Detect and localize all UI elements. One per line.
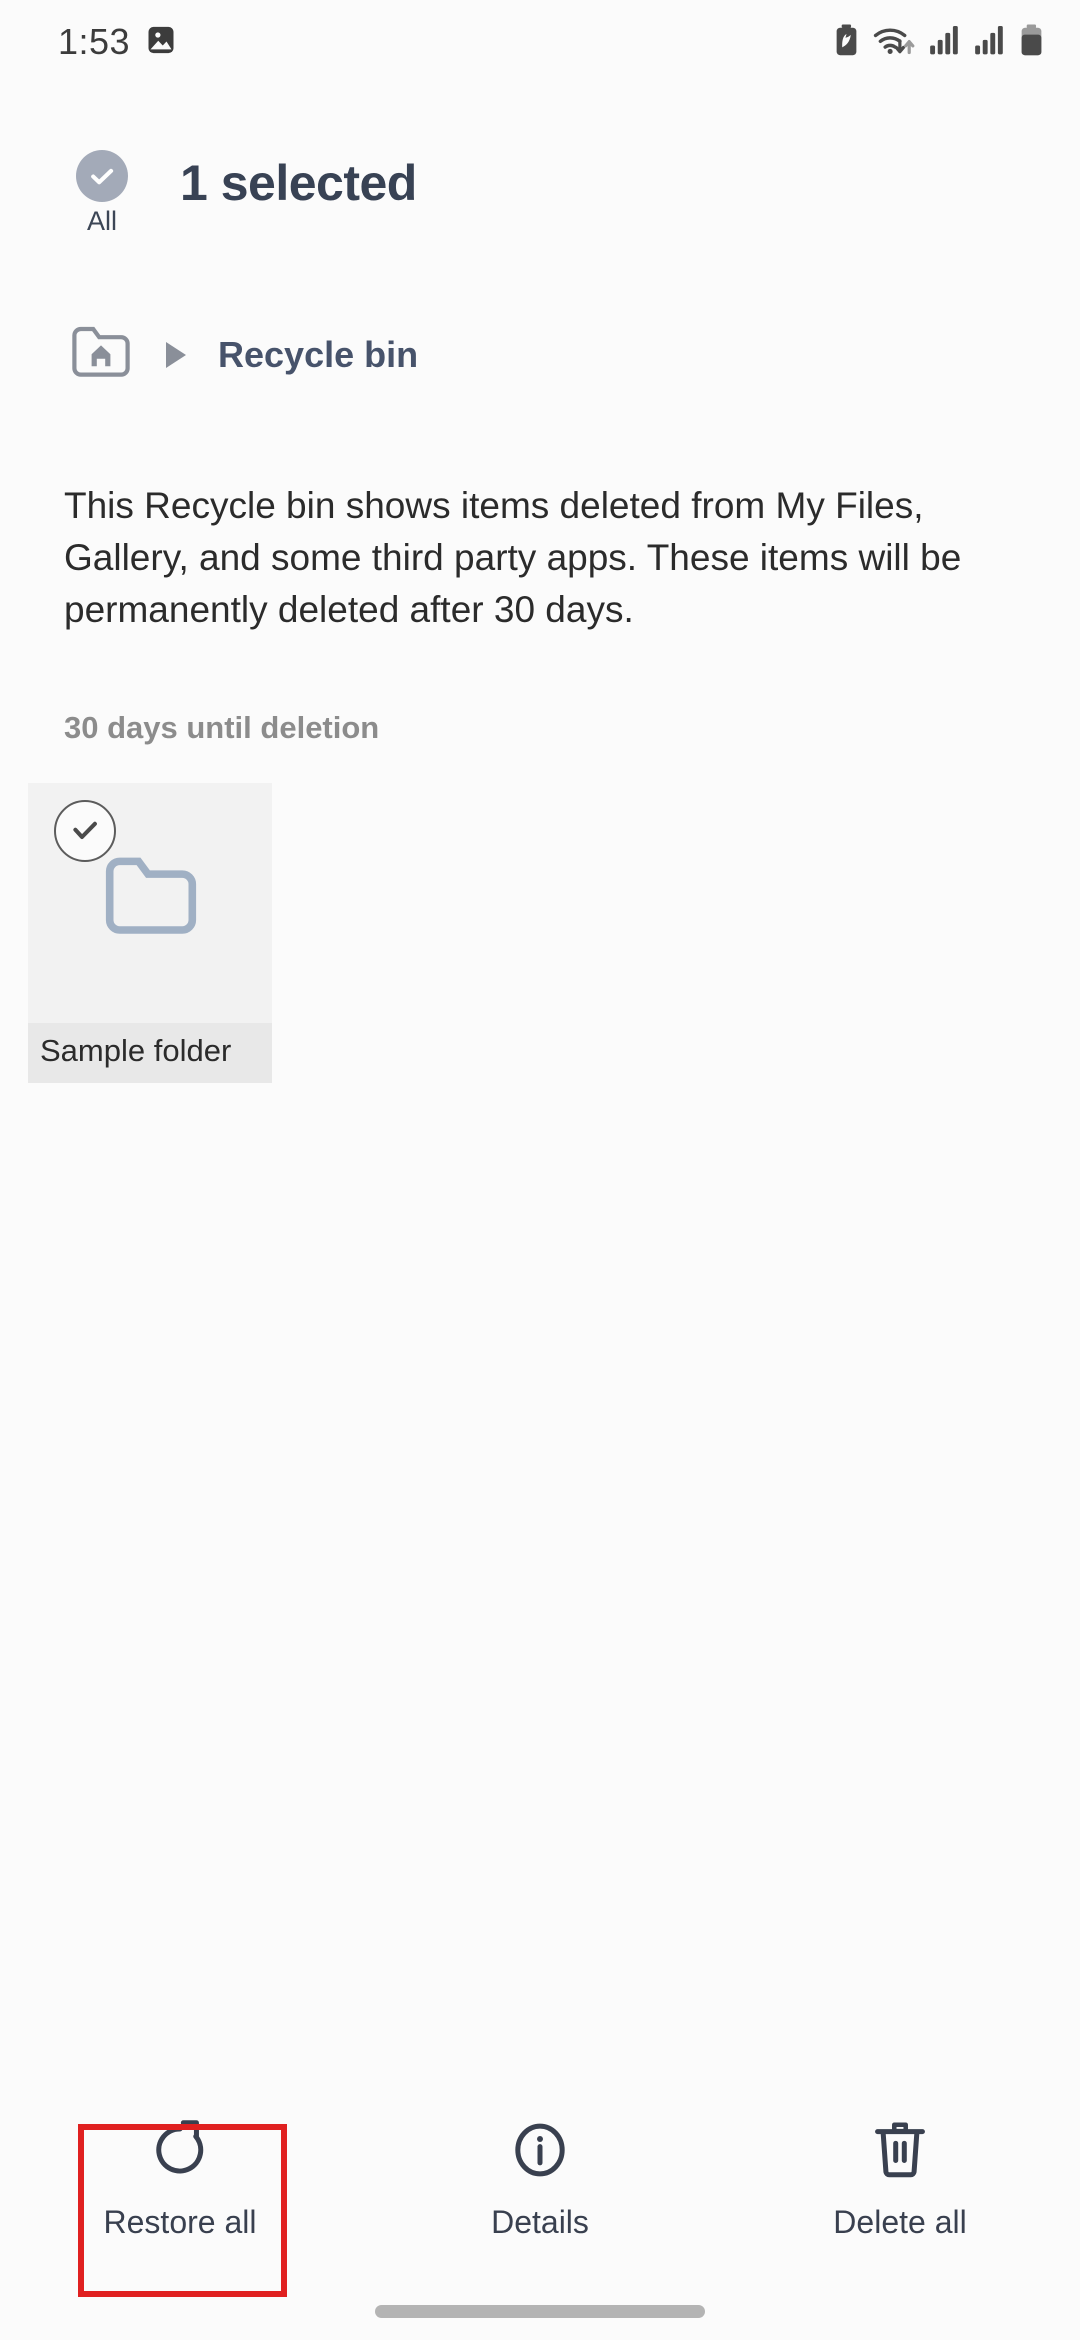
item-checkbox-icon[interactable] — [54, 800, 116, 862]
battery-icon — [1019, 24, 1044, 61]
delete-all-button[interactable]: Delete all — [720, 2080, 1080, 2280]
bottom-action-bar: Restore all Details Delete all — [0, 2080, 1080, 2280]
folder-icon — [102, 855, 200, 942]
restore-all-button[interactable]: Restore all — [0, 2080, 360, 2280]
status-bar-right — [834, 24, 1044, 61]
info-circle-icon — [509, 2119, 571, 2186]
check-circle-icon[interactable] — [76, 150, 128, 202]
recycle-bin-description: This Recycle bin shows items deleted fro… — [64, 485, 962, 630]
select-all-label: All — [86, 206, 117, 236]
item-label: Sample folder — [28, 1023, 272, 1083]
restore-icon — [149, 2119, 211, 2186]
details-label: Details — [491, 2204, 589, 2240]
battery-saver-icon — [834, 24, 859, 61]
breadcrumb-current[interactable]: Recycle bin — [218, 334, 418, 376]
restore-all-label: Restore all — [103, 2204, 257, 2240]
triangle-right-icon — [166, 341, 186, 368]
signal-bars-icon-2 — [974, 25, 1006, 60]
home-folder-icon[interactable] — [70, 325, 132, 384]
status-bar-left: 1:53 — [58, 21, 176, 63]
delete-all-label: Delete all — [833, 2204, 967, 2240]
signal-bars-icon-1 — [929, 25, 961, 60]
status-bar: 1:53 — [0, 0, 1080, 84]
gallery-image-icon — [146, 25, 176, 60]
status-bar-clock: 1:53 — [58, 21, 131, 62]
page-title: 1 selected — [180, 155, 417, 211]
wifi-transfer-icon — [872, 24, 916, 61]
trash-icon — [869, 2119, 931, 2186]
select-all-button[interactable]: All — [47, 150, 157, 235]
breadcrumb: Recycle bin — [70, 325, 418, 384]
section-header-deletion: 30 days until deletion — [64, 710, 380, 745]
list-item[interactable]: Sample folder — [28, 783, 272, 1083]
details-button[interactable]: Details — [360, 2080, 720, 2280]
item-thumbnail[interactable] — [28, 783, 272, 1023]
home-gesture-bar[interactable] — [375, 2305, 705, 2318]
selection-header: All 1 selected — [0, 150, 1080, 260]
phone-screen: 1:53 All 1 selected Recycle bin This Rec… — [0, 0, 1080, 2340]
items-grid: Sample folder — [28, 783, 272, 1083]
